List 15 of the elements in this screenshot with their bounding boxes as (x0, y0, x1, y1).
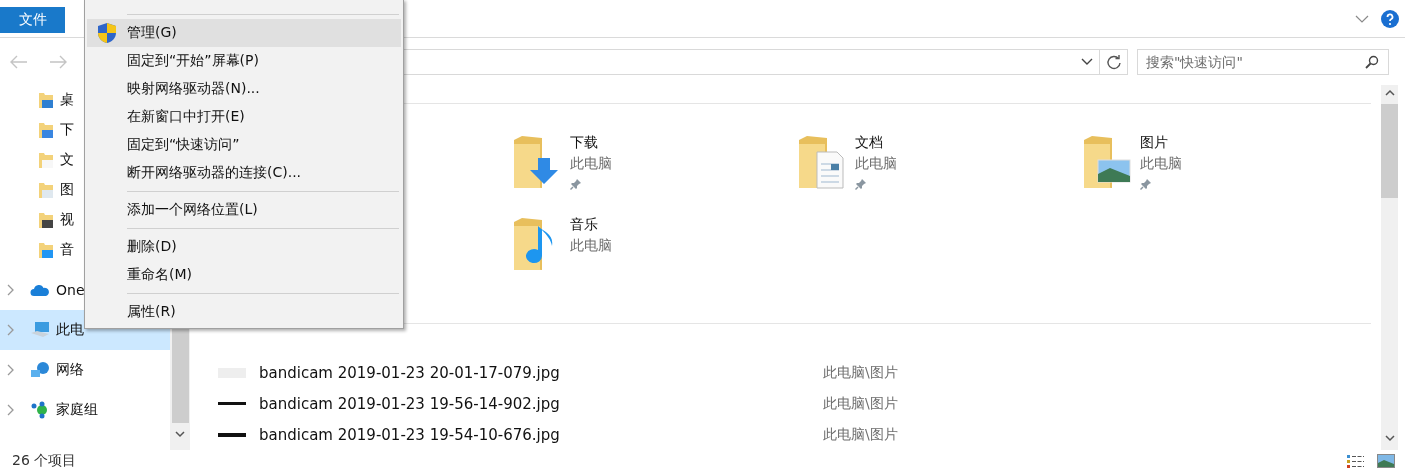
item-count: 26 个项目 (12, 452, 77, 470)
file-location: 此电脑\图片 (823, 394, 898, 413)
file-location: 此电脑\图片 (823, 425, 898, 444)
folder-location: 此电脑 (570, 154, 612, 173)
folder-location: 此电脑 (1140, 154, 1182, 173)
folder-name: 文档 (855, 133, 883, 152)
folder-name: 音乐 (570, 215, 598, 234)
file-name: bandicam 2019-01-23 19-54-10-676.jpg (259, 425, 561, 444)
file-name: bandicam 2019-01-23 20-01-17-079.jpg (259, 363, 561, 382)
folder-name: 下载 (570, 133, 598, 152)
folder-location: 此电脑 (570, 236, 612, 255)
folder-name: 图片 (1140, 133, 1168, 152)
file-location: 此电脑\图片 (823, 363, 898, 382)
folder-location: 此电脑 (855, 154, 897, 173)
file-name: bandicam 2019-01-23 19-56-14-902.jpg (259, 394, 561, 413)
